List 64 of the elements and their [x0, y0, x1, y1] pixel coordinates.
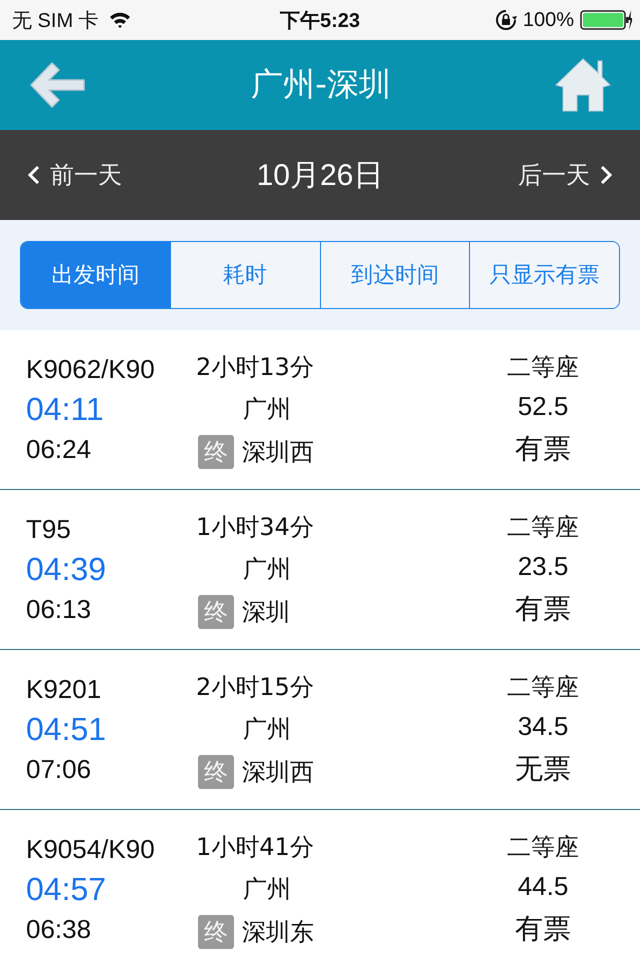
price-text: 23.5	[518, 551, 568, 582]
destination-station: 深圳西	[242, 756, 314, 788]
duration-text: 2小时13分	[196, 352, 315, 382]
availability-text: 有票	[515, 911, 571, 947]
origin-station: 广州	[242, 394, 292, 424]
terminal-badge: 终	[198, 914, 234, 948]
departure-time: 04:39	[26, 551, 108, 588]
sort-tab[interactable]: 只显示有票	[469, 242, 619, 308]
clock-text: 下午5:23	[280, 8, 360, 34]
next-day-button[interactable]: 后一天	[518, 159, 612, 191]
destination-station: 深圳东	[242, 916, 314, 948]
arrival-time: 06:13	[26, 594, 92, 625]
price-text: 44.5	[518, 871, 568, 902]
terminal-badge: 终	[198, 754, 234, 788]
battery-icon	[580, 9, 632, 31]
destination-station: 深圳西	[242, 436, 314, 468]
chevron-left-icon	[28, 165, 40, 185]
left-arrow-icon	[28, 60, 88, 110]
terminal-badge: 终	[198, 434, 234, 468]
back-button[interactable]	[28, 60, 88, 110]
train-number: K9062/K90	[26, 354, 156, 385]
sort-tab[interactable]: 耗时	[170, 242, 320, 308]
sort-tab[interactable]: 出发时间	[21, 242, 170, 308]
arrival-time: 06:24	[26, 434, 92, 465]
seat-class: 二等座	[507, 512, 579, 543]
origin-station: 广州	[242, 714, 292, 744]
duration-text: 2小时15分	[196, 672, 315, 702]
home-button[interactable]	[554, 57, 612, 113]
sort-tab[interactable]: 到达时间	[320, 242, 470, 308]
price-text: 52.5	[518, 391, 568, 422]
terminal-badge: 终	[198, 594, 234, 628]
train-number: K9201	[26, 674, 102, 705]
train-row[interactable]: K9054/K90 04:57 06:38 1小时41分 广州 终 深圳东 二等座 44.5 有票	[0, 810, 640, 960]
train-row[interactable]: K9062/K90 04:11 06:24 2小时13分 广州 终 深圳西 二等座 52.5 有票	[0, 330, 640, 490]
train-row[interactable]: K9201 04:51 07:06 2小时15分 广州 终 深圳西 二等座 34.5 无票	[0, 650, 640, 810]
origin-station: 广州	[242, 874, 292, 904]
wifi-icon	[108, 12, 131, 28]
departure-time: 04:51	[26, 711, 108, 748]
train-number: K9054/K90	[26, 834, 156, 865]
departure-time: 04:11	[26, 391, 105, 428]
origin-station: 广州	[242, 554, 292, 584]
price-text: 34.5	[518, 711, 568, 742]
arrival-time: 07:06	[26, 754, 92, 785]
route-title: 广州-深圳	[251, 64, 391, 105]
destination-station: 深圳	[242, 596, 290, 628]
train-row[interactable]: T95 04:39 06:13 1小时34分 广州 终 深圳 二等座 23.5 有票	[0, 490, 640, 650]
home-icon	[554, 57, 612, 113]
battery-percent: 100%	[522, 8, 574, 32]
current-date: 10月26日	[256, 158, 384, 194]
departure-time: 04:57	[26, 871, 108, 908]
train-number: T95	[26, 514, 72, 545]
duration-text: 1小时41分	[196, 832, 315, 862]
seat-class: 二等座	[507, 832, 579, 863]
availability-text: 有票	[515, 591, 571, 627]
duration-text: 1小时34分	[196, 512, 315, 542]
rotation-lock-icon	[494, 9, 517, 31]
previous-day-button[interactable]: 前一天	[28, 159, 122, 191]
arrival-time: 06:38	[26, 914, 92, 945]
availability-text: 无票	[515, 751, 571, 787]
carrier-text: 无 SIM 卡	[12, 8, 99, 34]
seat-class: 二等座	[507, 672, 579, 703]
availability-text: 有票	[515, 431, 571, 467]
chevron-right-icon	[600, 165, 612, 185]
seat-class: 二等座	[507, 352, 579, 383]
